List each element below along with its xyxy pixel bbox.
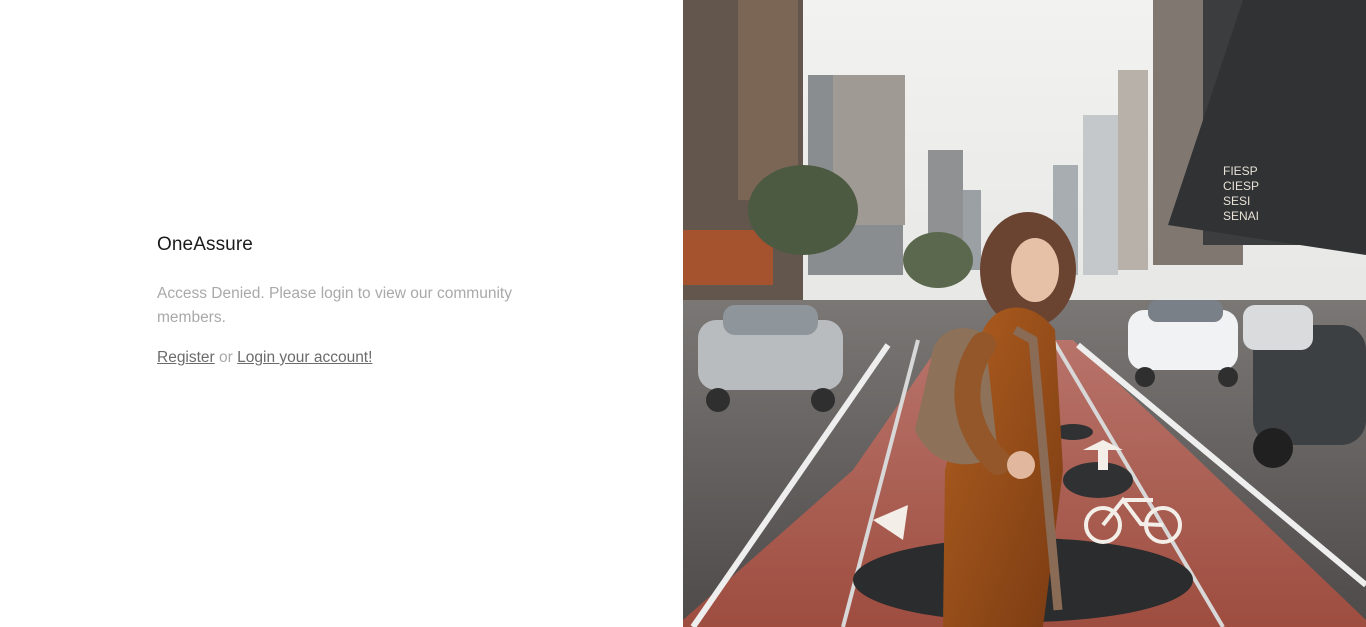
access-denied-content: OneAssure Access Denied. Please login to… [157,234,557,370]
building-sign-text-4: SENAI [1223,209,1259,223]
brand-title: OneAssure [157,234,253,255]
access-denied-message: Access Denied. Please login to view our … [157,285,512,326]
left-panel: OneAssure Access Denied. Please login to… [0,0,683,627]
city-street-woman-photo: FIESP CIESP SESI SENAI [683,0,1366,627]
login-required-page: OneAssure Access Denied. Please login to… [0,0,1366,627]
building-sign-text-3: SESI [1223,194,1250,208]
auth-actions: Register or Login your account! [157,346,557,370]
login-link[interactable]: Login your account! [237,349,372,366]
building-sign-text: FIESP [1223,164,1258,178]
actions-separator: or [219,349,233,366]
building-sign-text-2: CIESP [1223,179,1259,193]
hero-image-panel: FIESP CIESP SESI SENAI [683,0,1366,627]
register-link[interactable]: Register [157,349,215,366]
